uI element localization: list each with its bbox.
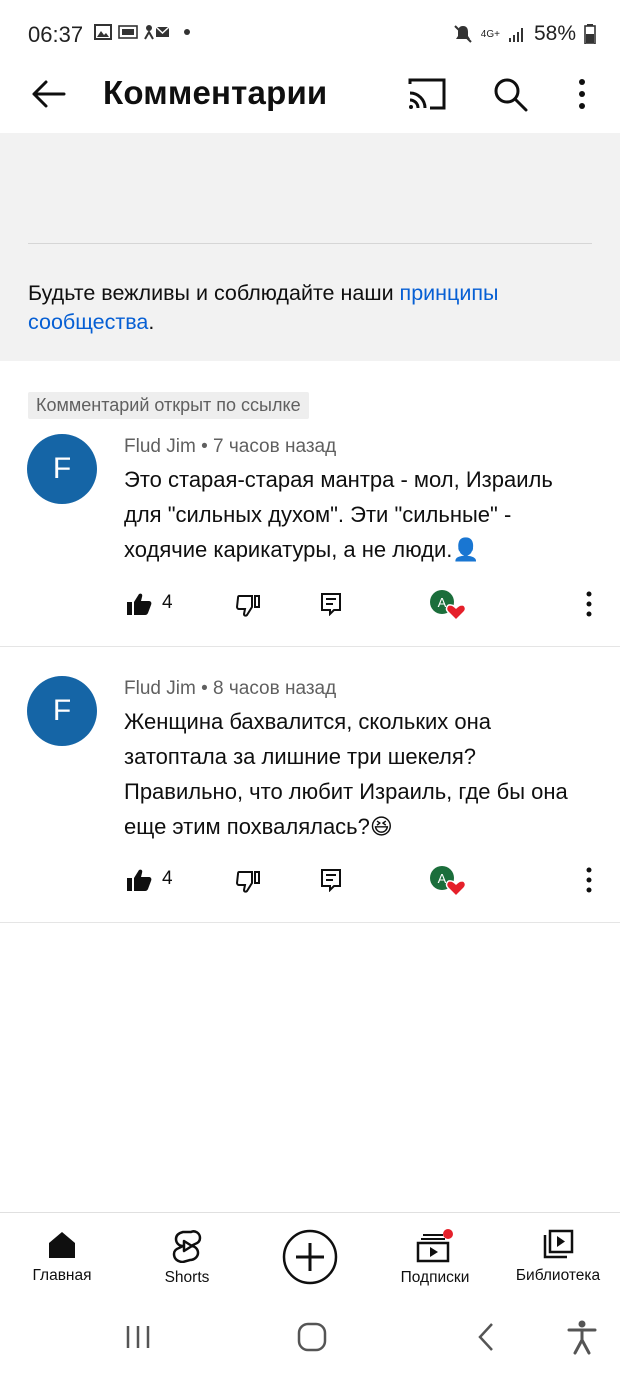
status-time: 06:37 — [28, 22, 84, 47]
shorts-icon — [172, 1230, 202, 1263]
reply-icon[interactable] — [320, 592, 342, 616]
creator-heart-icon: A — [430, 590, 467, 622]
library-icon — [543, 1229, 574, 1259]
badge-icon — [118, 25, 138, 39]
linked-comment-chip: Комментарий открыт по ссылке — [28, 392, 309, 419]
guidelines-suffix: . — [148, 310, 155, 334]
comment-actions: 4 A — [0, 584, 620, 624]
comment-time: 7 часов назад — [213, 436, 337, 457]
reply-icon[interactable] — [320, 868, 342, 892]
guidelines-prefix: Будьте вежливы и соблюдайте наши — [28, 281, 400, 305]
laughing-emoji: 😆 — [369, 814, 393, 839]
avatar[interactable]: F — [27, 676, 97, 746]
comment-menu-icon[interactable] — [583, 590, 595, 618]
dislike-icon[interactable] — [236, 594, 262, 618]
comment-input-area: Будьте вежливы и соблюдайте наши принцип… — [0, 133, 620, 361]
page-title: Комментарии — [103, 74, 328, 111]
app-bar: Комментарии — [0, 60, 620, 130]
signal-icon — [508, 28, 523, 42]
create-icon[interactable] — [282, 1229, 338, 1285]
accessibility-icon[interactable] — [566, 1319, 598, 1355]
system-navigation — [0, 1305, 620, 1377]
divider — [28, 243, 592, 244]
dot-icon — [184, 29, 190, 35]
comment-separator — [0, 646, 620, 647]
gallery-icon — [94, 24, 112, 40]
system-status: 4G+ 58% — [453, 22, 596, 46]
battery-icon — [584, 24, 596, 44]
network-label: 4G+ — [480, 28, 500, 40]
nav-subscriptions[interactable]: Подписки — [380, 1213, 490, 1287]
nav-home-label: Главная — [32, 1267, 92, 1284]
community-guidelines-text: Будьте вежливы и соблюдайте наши принцип… — [28, 279, 588, 337]
comment-separator — [0, 922, 620, 923]
comment-text: Женщина бахвалится, скольких она затопта… — [124, 704, 594, 844]
mute-icon — [454, 25, 472, 43]
comment-meta: Flud Jim • 7 часов назад — [124, 436, 337, 457]
comment-body: Женщина бахвалится, скольких она затопта… — [124, 709, 568, 839]
comment-menu-icon[interactable] — [583, 866, 595, 894]
creator-heart-icon: A — [430, 866, 467, 898]
comment-author[interactable]: Flud Jim — [124, 436, 196, 457]
search-icon[interactable] — [490, 74, 530, 114]
back-arrow-icon[interactable] — [28, 74, 68, 114]
comment-author[interactable]: Flud Jim — [124, 678, 196, 699]
nav-library[interactable]: Библиотека — [503, 1213, 613, 1285]
nav-shorts-label: Shorts — [164, 1269, 210, 1286]
comment-item: F Flud Jim • 8 часов назад Женщина бахва… — [0, 674, 620, 924]
bottom-navigation: Главная Shorts Подписки Библиотека — [0, 1212, 620, 1305]
home-button-icon[interactable] — [296, 1321, 328, 1353]
like-count: 4 — [162, 592, 173, 613]
like-icon[interactable] — [126, 592, 152, 616]
comment-text: Это старая-старая мантра - мол, Израиль … — [124, 462, 594, 567]
mail-icon — [144, 25, 170, 40]
svg-text:A: A — [438, 871, 447, 886]
like-count: 4 — [162, 868, 173, 889]
nav-library-label: Библиотека — [515, 1267, 601, 1284]
dislike-icon[interactable] — [236, 870, 262, 894]
comment-actions: 4 A — [0, 860, 620, 900]
cast-icon[interactable] — [404, 74, 448, 114]
notification-icons — [94, 24, 190, 40]
avatar[interactable]: F — [27, 434, 97, 504]
nav-shorts[interactable]: Shorts — [132, 1213, 242, 1287]
bust-emoji: 👤 — [452, 537, 480, 562]
more-vert-icon[interactable] — [570, 74, 594, 114]
comment-meta: Flud Jim • 8 часов назад — [124, 678, 337, 699]
nav-subscriptions-label: Подписки — [400, 1269, 470, 1286]
svg-text:A: A — [438, 595, 447, 610]
subscriptions-icon — [416, 1229, 453, 1263]
comment-item: F Flud Jim • 7 часов назад Это старая-ст… — [0, 432, 620, 647]
recent-apps-icon[interactable] — [124, 1323, 152, 1351]
comment-time: 8 часов назад — [213, 678, 337, 699]
battery-percent: 58% — [533, 22, 576, 45]
nav-home[interactable]: Главная — [7, 1213, 117, 1285]
home-icon — [49, 1232, 75, 1258]
like-icon[interactable] — [126, 868, 152, 892]
comment-body: Это старая-старая мантра - мол, Израиль … — [124, 467, 553, 562]
system-back-icon[interactable] — [474, 1321, 498, 1353]
